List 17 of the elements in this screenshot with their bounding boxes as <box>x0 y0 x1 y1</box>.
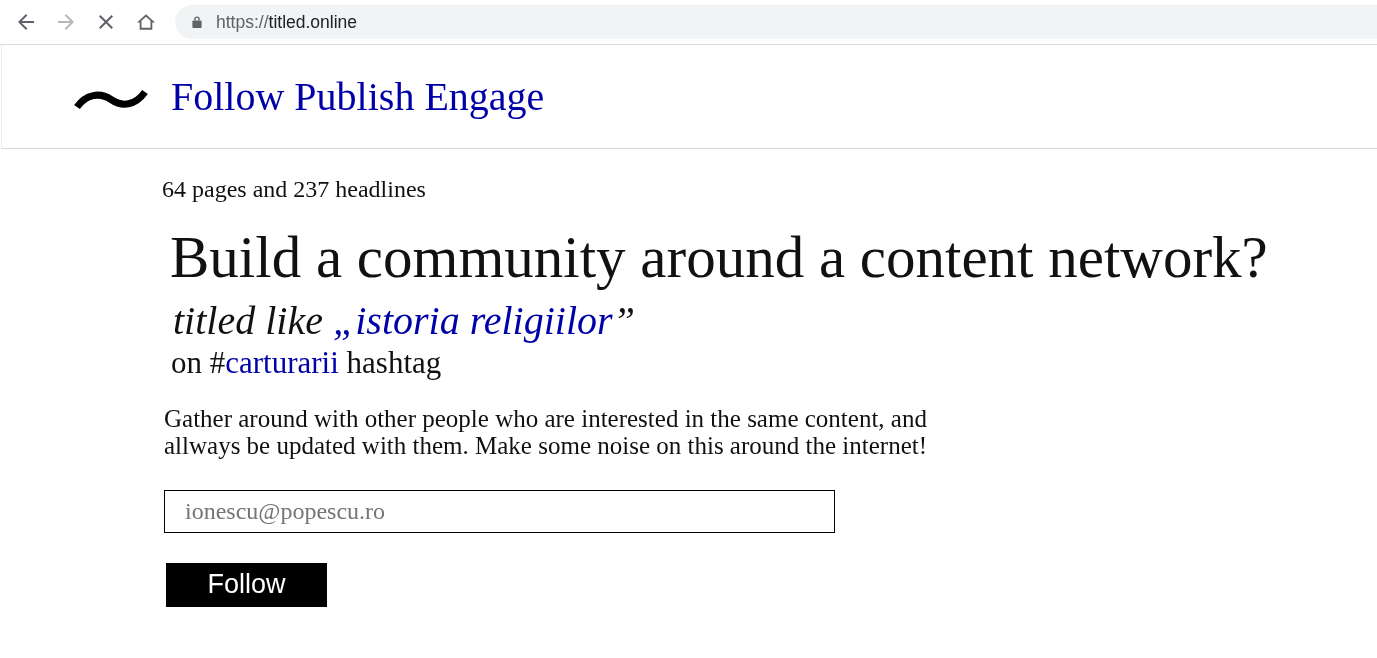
title-link[interactable]: „istoria religiilor <box>332 298 613 343</box>
hashtag-link[interactable]: carturarii <box>225 345 339 380</box>
description-text: Gather around with other people who are interested in the same content, and allways be updated with them. Make some noise on this around the internet! <box>164 404 928 459</box>
url-text: https://titled.online <box>216 11 358 33</box>
stats-text: 64 pages and 237 headlines <box>162 175 426 203</box>
site-title-link[interactable]: Follow Publish Engage <box>171 73 545 120</box>
arrow-left-icon <box>18 14 34 30</box>
lock-icon <box>192 16 202 28</box>
email-field[interactable]: ionescu@popescu.ro <box>164 489 835 533</box>
address-bar[interactable]: https://titled.online <box>175 5 1377 39</box>
arrow-right-icon <box>58 14 74 30</box>
headline: Build a community around a content network? <box>170 225 1268 289</box>
follow-button[interactable]: Follow <box>166 562 327 607</box>
close-icon <box>99 15 113 29</box>
hashtag-text: on #carturarii hashtag <box>171 346 442 380</box>
subtitle-text: titled like „istoria religiilor” <box>173 299 636 343</box>
home-icon <box>137 14 155 30</box>
